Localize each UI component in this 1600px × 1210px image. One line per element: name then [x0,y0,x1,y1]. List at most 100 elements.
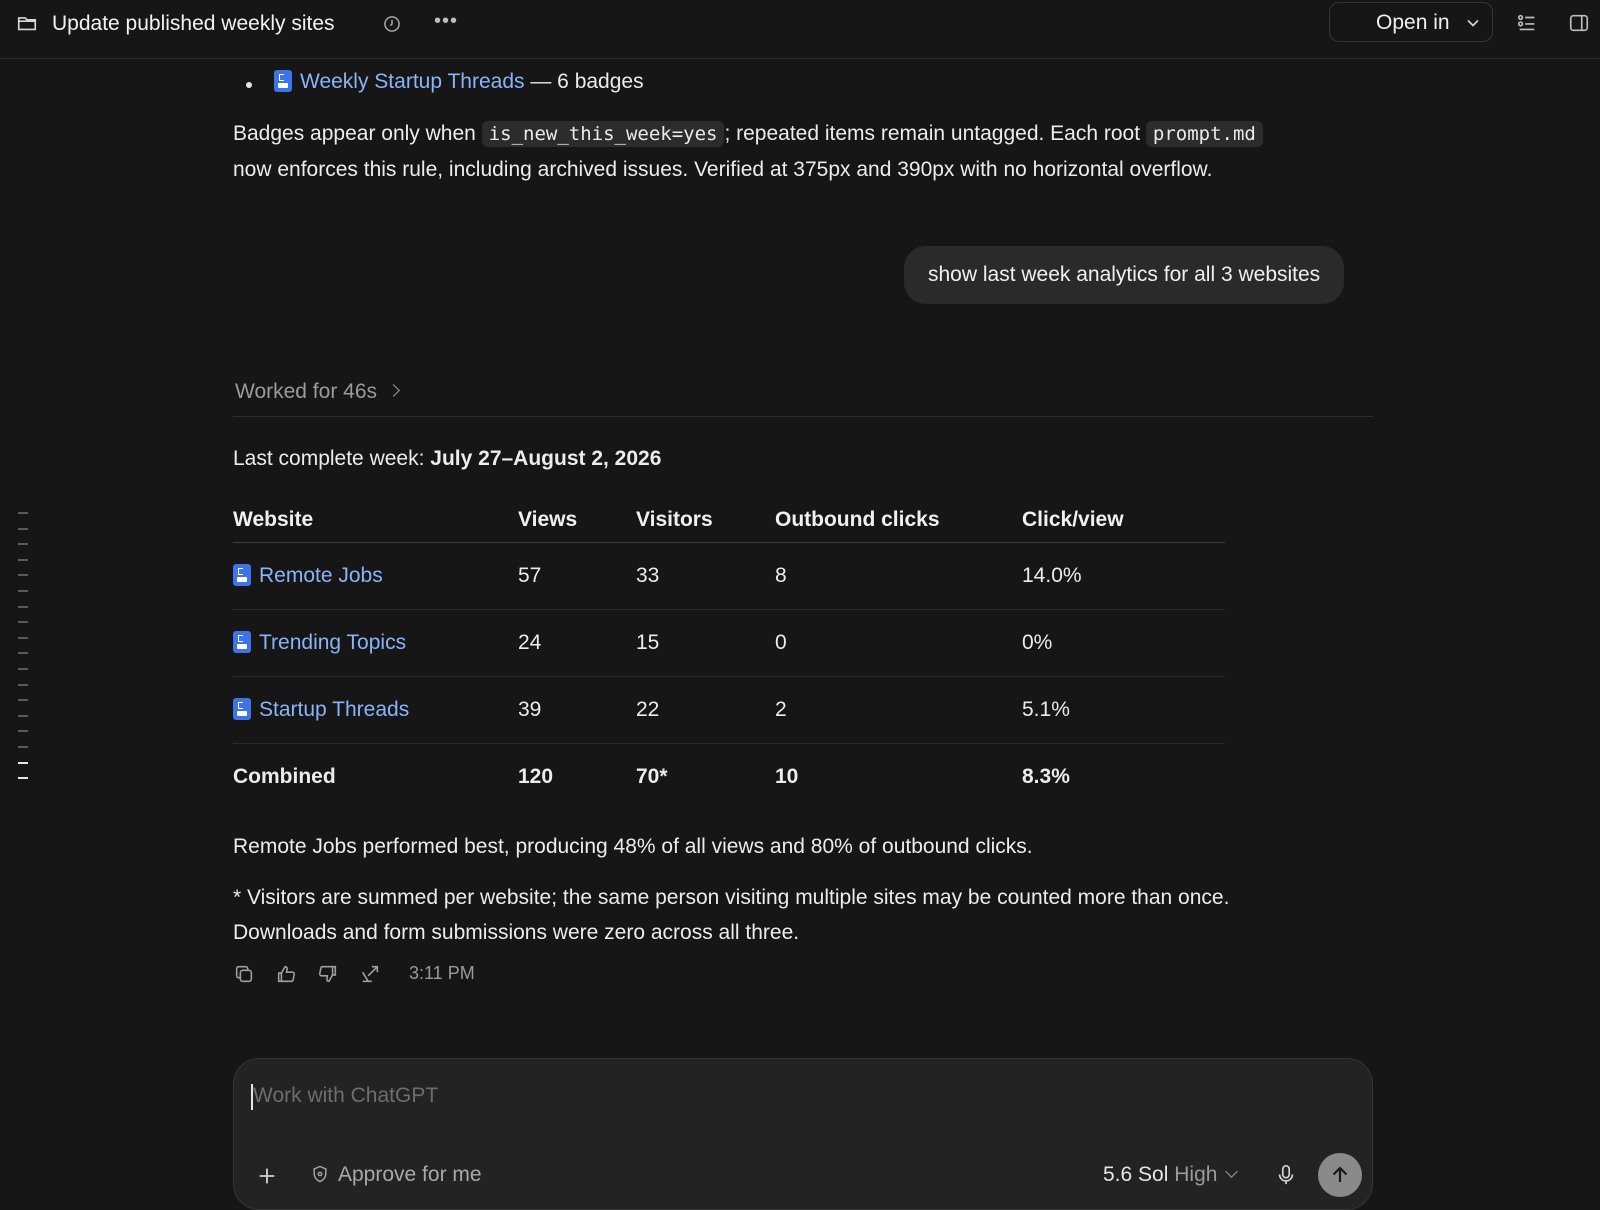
scroll-tick[interactable] [18,652,28,655]
chevron-down-icon [1225,1165,1239,1178]
thumbs-up-icon[interactable] [275,963,297,985]
worked-toggle[interactable]: Worked for 46s [235,380,400,404]
clicks-cell: 0 [775,609,1022,677]
visitors-cell: 33 [636,542,775,610]
week-range: July 27–August 2, 2026 [430,447,662,470]
open-in-button[interactable]: Open in [1329,2,1493,42]
week-label: Last complete week: [233,447,425,470]
table-row: Remote Jobs 57 33 8 14.0% [233,542,1225,610]
visitors-cell: 22 [636,676,775,744]
ctr-cell: 14.0% [1022,542,1225,610]
scroll-tick[interactable] [18,574,28,577]
footnote: * Visitors are summed per website; the s… [233,880,1353,950]
header-click-view: Click/view [1022,498,1225,543]
site-doc-icon [233,564,251,586]
ctr-cell: 5.1% [1022,676,1225,744]
combined-label: Combined [233,765,336,788]
plus-icon[interactable] [256,1165,278,1187]
more-icon[interactable]: ••• [434,10,458,33]
site-link-remote-jobs[interactable]: Remote Jobs [233,564,383,587]
site-doc-icon [233,698,251,720]
site-doc-icon [233,631,251,653]
clicks-cell: 10 [775,765,799,788]
views-cell: 39 [518,676,636,744]
scroll-tick[interactable] [18,589,28,592]
scroll-tick[interactable] [18,543,28,546]
list-icon[interactable] [1516,12,1538,34]
site-link-weekly-startup-threads[interactable]: Weekly Startup Threads [274,70,525,93]
site-link-startup-threads[interactable]: Startup Threads [233,698,409,721]
note-text: now enforces this rule, including archiv… [233,158,1213,181]
site-name: Startup Threads [259,698,410,721]
scroll-tick[interactable] [18,621,28,624]
badges-note: Badges appear only when is_new_this_week… [233,116,1353,188]
composer-input[interactable]: Work with ChatGPT [253,1084,438,1108]
divider [233,416,1373,417]
panel-icon[interactable] [1568,12,1590,34]
scroll-tick[interactable] [18,699,28,702]
mic-icon[interactable] [1275,1163,1297,1187]
copy-icon[interactable] [233,963,255,985]
model-selector[interactable]: 5.6 Sol High [1103,1163,1239,1187]
ctr-cell: 8.3% [1022,765,1070,788]
site-name: Trending Topics [259,631,407,654]
inline-code: prompt.md [1145,121,1263,147]
message-timestamp: 3:11 PM [409,963,475,983]
clicks-cell: 2 [775,676,1022,744]
clicks-cell: 8 [775,542,1022,610]
views-cell: 24 [518,609,636,677]
header-outbound-clicks: Outbound clicks [775,498,1022,543]
views-cell: 57 [518,542,636,610]
scroll-tick[interactable] [18,745,28,748]
combined-row: Combined 120 70* 10 8.3% [233,744,1225,811]
scroll-tick[interactable] [18,730,28,733]
folder-icon[interactable] [16,12,38,34]
site-link-label: Weekly Startup Threads [300,70,525,93]
bullet-dot [246,82,252,88]
scroll-tick[interactable] [18,683,28,686]
scroll-minimap[interactable] [18,512,30,793]
scroll-tick[interactable] [18,512,28,514]
footnote-line: Downloads and form submissions were zero… [233,921,800,944]
share-icon[interactable] [359,963,381,985]
site-name: Remote Jobs [259,564,383,587]
send-button[interactable] [1318,1153,1362,1197]
scroll-tick[interactable] [18,667,28,670]
thumbs-down-icon[interactable] [317,963,339,985]
visitors-cell: 70* [636,765,668,788]
summary-text: Remote Jobs performed best, producing 48… [233,835,1033,858]
scroll-tick[interactable] [18,527,28,530]
history-icon[interactable] [382,14,402,34]
table-row: Trending Topics 24 15 0 0% [233,609,1225,677]
week-line: Last complete week: July 27–August 2, 20… [233,447,661,471]
list-item: Weekly Startup Threads — 6 badges [246,70,644,94]
scroll-tick-active[interactable] [18,761,28,764]
scroll-tick[interactable] [18,714,28,717]
header-website: Website [233,498,518,543]
table-row: Startup Threads 39 22 2 5.1% [233,676,1225,744]
note-text: ; repeated items remain untagged. Each r… [724,122,1146,145]
open-in-label: Open in [1376,11,1450,34]
worked-label: Worked for 46s [235,380,378,403]
arrow-up-icon [1332,1166,1348,1182]
inline-code: is_new_this_week=yes [481,121,725,147]
scroll-tick[interactable] [18,558,28,561]
header-visitors: Visitors [636,498,775,543]
composer: Work with ChatGPT Approve for me 5.6 Sol… [233,1058,1373,1210]
model-level: High [1174,1163,1218,1186]
model-name: 5.6 Sol [1103,1163,1169,1186]
site-link-trending-topics[interactable]: Trending Topics [233,631,406,654]
user-message: show last week analytics for all 3 websi… [904,246,1345,304]
scroll-tick[interactable] [18,605,28,608]
footnote-line: * Visitors are summed per website; the s… [233,886,1230,909]
approve-for-me-toggle[interactable]: Approve for me [310,1163,482,1187]
note-text: Badges appear only when [233,122,482,145]
site-doc-icon [274,70,292,92]
scroll-tick[interactable] [18,636,28,639]
visitors-cell: 15 [636,609,775,677]
chevron-right-icon [387,384,400,397]
table-header: Website Views Visitors Outbound clicks C… [233,498,1225,543]
scroll-tick-active[interactable] [18,777,28,780]
chevron-down-icon [1467,19,1479,27]
shield-icon [313,1165,327,1183]
